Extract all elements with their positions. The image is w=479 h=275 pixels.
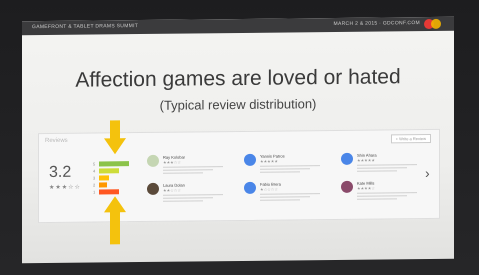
review-card: Ray Kolobar ★★★☆☆ [147,154,237,185]
review-panel-screenshot: Reviews + Write a Review 3.2 ★★★☆☆ 54321… [38,128,440,224]
review-text-placeholder [357,162,429,173]
avatar [341,180,353,193]
average-rating: 3.2 [49,163,72,181]
review-text-placeholder [260,163,332,174]
review-text-placeholder [260,191,332,202]
histogram-bar [99,182,107,188]
down-arrow-icon [104,120,126,155]
histogram-star-label: 5 [93,161,96,167]
histogram-star-label: 2 [93,182,96,188]
avatar [147,182,159,195]
review-card: Shin Ahara ★★★★★ [341,152,431,183]
avatar [244,181,256,194]
review-text-placeholder [163,164,235,175]
conference-logo-icon [424,18,444,30]
conference-date-url: MARCH 2 & 2015 · GDCONF.COM [333,20,420,27]
presentation-slide: GAMEFRONT & TABLET DRAMS SUMMIT MARCH 2 … [22,16,454,264]
average-rating-stars: ★★★☆☆ [49,184,81,191]
rating-histogram: 54321 [93,161,141,200]
review-card: Kate Mills ★★★★☆ [341,180,431,211]
reviews-heading: Reviews [45,137,68,145]
review-card: Fabio Brera ★☆☆☆☆ [244,181,334,212]
histogram-bar [99,189,119,195]
slide-subtitle: (Typical review distribution) [159,96,317,113]
avatar [341,152,353,165]
avatar [244,153,256,166]
histogram-bar [99,168,119,174]
up-arrow-icon [104,196,126,245]
histogram-bar [99,161,129,167]
histogram-star-label: 4 [93,168,96,174]
conference-name: GAMEFRONT & TABLET DRAMS SUMMIT [32,23,139,31]
next-chevron-icon: › [425,164,430,182]
review-text-placeholder [357,190,429,201]
histogram-star-label: 1 [93,189,96,195]
review-card: Yannis Patros ★★★★★ [244,153,334,184]
slide-title: Affection games are loved or hated [75,65,401,92]
write-review-button: + Write a Review [390,133,431,144]
histogram-bar [99,175,109,181]
avatar [147,154,159,167]
review-card: Laura Dolan ★★☆☆☆ [147,182,237,213]
histogram-star-label: 3 [93,175,96,181]
review-text-placeholder [163,192,235,203]
